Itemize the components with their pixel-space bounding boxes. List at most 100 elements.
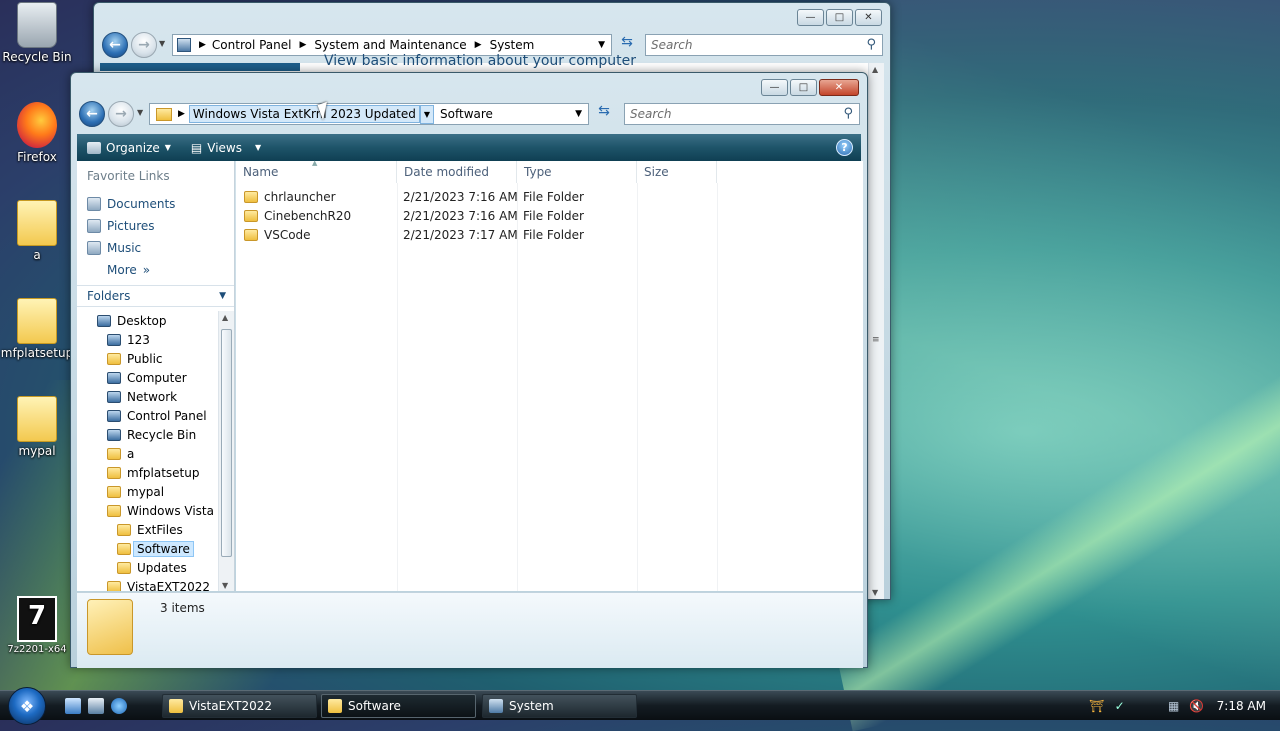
- chevron-down-icon: ▼: [219, 291, 226, 301]
- switch-windows-icon[interactable]: [88, 698, 104, 714]
- column-header-type[interactable]: Type: [517, 161, 637, 183]
- back-button[interactable]: ←: [79, 101, 105, 127]
- column-divider: [397, 183, 398, 591]
- file-row[interactable]: VSCode 2/21/2023 7:17 AM File Folder: [236, 225, 863, 244]
- scroll-up-icon[interactable]: ▲: [222, 313, 228, 322]
- chevron-down-icon: ▼: [164, 143, 171, 152]
- breadcrumb-system[interactable]: System: [490, 38, 535, 52]
- tree-scrollbar[interactable]: ▲ ▼: [218, 311, 234, 591]
- file-row[interactable]: CinebenchR20 2/21/2023 7:16 AM File Folder: [236, 206, 863, 225]
- tree-item[interactable]: 123: [77, 330, 219, 349]
- favorite-link-documents[interactable]: Documents: [77, 193, 234, 215]
- tree-item[interactable]: VistaEXT2022: [77, 577, 219, 591]
- maximize-button[interactable]: □: [826, 9, 853, 26]
- file-row[interactable]: chrlauncher 2/21/2023 7:16 AM File Folder: [236, 187, 863, 206]
- more-links-button[interactable]: More »: [77, 259, 234, 281]
- tree-item[interactable]: Recycle Bin: [77, 425, 219, 444]
- firefox-icon: [17, 102, 57, 148]
- update-icon[interactable]: ✓: [1113, 699, 1127, 713]
- desktop-icon-mfplatsetup[interactable]: mfplatsetup: [0, 298, 74, 360]
- tree-item[interactable]: Desktop: [77, 311, 219, 330]
- close-button[interactable]: ✕: [855, 9, 882, 26]
- desktop-icon-firefox[interactable]: Firefox: [0, 102, 74, 164]
- address-bar[interactable]: ▶ Windows Vista ExtKrnl 2023 Updated ▼ S…: [149, 103, 589, 125]
- recent-pages-arrow-icon[interactable]: ▼: [137, 108, 143, 117]
- desktop-icon-7zip[interactable]: 7 7z2201-x64: [0, 596, 74, 655]
- start-button[interactable]: ❖: [8, 687, 46, 725]
- scroll-up-icon[interactable]: ▲: [872, 65, 878, 74]
- forward-button[interactable]: →: [108, 101, 134, 127]
- folder-icon: [107, 580, 121, 591]
- minimize-button[interactable]: —: [797, 9, 824, 26]
- breadcrumb-parent-folder[interactable]: Windows Vista ExtKrnl 2023 Updated: [188, 105, 420, 123]
- folder-icon: [244, 209, 258, 222]
- breadcrumb-separator-icon: ▶: [199, 40, 206, 50]
- tree-item[interactable]: Windows Vista E...: [77, 501, 219, 520]
- tree-item[interactable]: Software: [77, 539, 219, 558]
- tree-item[interactable]: a: [77, 444, 219, 463]
- details-pane: 3 items: [77, 592, 863, 668]
- organize-button[interactable]: Organize ▼: [77, 141, 181, 155]
- tree-item[interactable]: mfplatsetup: [77, 463, 219, 482]
- security-shield-icon[interactable]: ⛩: [1089, 699, 1104, 713]
- tree-item[interactable]: Network: [77, 387, 219, 406]
- folder-icon: [328, 699, 342, 713]
- taskbar-button[interactable]: Software: [321, 694, 476, 718]
- scrollbar[interactable]: ▲ ≡ ▼: [868, 63, 884, 599]
- desktop-icon-mypal[interactable]: mypal: [0, 396, 74, 458]
- minimize-button[interactable]: —: [761, 79, 788, 96]
- breadcrumb-control-panel[interactable]: Control Panel: [212, 38, 292, 52]
- clock[interactable]: 7:18 AM: [1217, 699, 1266, 713]
- close-button[interactable]: ✕: [819, 79, 859, 96]
- back-button[interactable]: ←: [102, 32, 128, 58]
- desktop-icon-label: 7z2201-x64: [7, 644, 67, 655]
- desktop-icon-recycle-bin[interactable]: Recycle Bin: [0, 2, 74, 64]
- breadcrumb-current-folder[interactable]: Software: [440, 107, 493, 121]
- favorite-link-pictures[interactable]: Pictures: [77, 215, 234, 237]
- folders-header[interactable]: Folders ▼: [77, 285, 234, 307]
- internet-explorer-icon[interactable]: [111, 698, 127, 714]
- scroll-thumb[interactable]: [221, 329, 232, 557]
- scroll-down-icon[interactable]: ▼: [872, 588, 878, 597]
- taskbar-button[interactable]: VistaEXT2022: [162, 694, 317, 718]
- folder-icon: [107, 447, 121, 460]
- scroll-down-icon[interactable]: ▼: [222, 581, 228, 590]
- column-header-date-modified[interactable]: Date modified: [397, 161, 517, 183]
- show-desktop-icon[interactable]: [65, 698, 81, 714]
- tree-item[interactable]: Updates: [77, 558, 219, 577]
- taskbar-button[interactable]: System: [482, 694, 637, 718]
- network-icon[interactable]: ▦: [1167, 699, 1181, 713]
- recent-pages-arrow-icon[interactable]: ▼: [159, 39, 165, 48]
- tree-item[interactable]: Public: [77, 349, 219, 368]
- desktop-icon-a[interactable]: a: [0, 200, 74, 262]
- favorite-link-music[interactable]: Music: [77, 237, 234, 259]
- address-dropdown-icon[interactable]: ▼: [598, 40, 605, 50]
- tree-item[interactable]: mypal: [77, 482, 219, 501]
- system-heading: View basic information about your comput…: [324, 53, 637, 69]
- search-input[interactable]: Search ⚲: [645, 34, 883, 56]
- search-input[interactable]: Search ⚲: [624, 103, 860, 125]
- address-dropdown-icon[interactable]: ▼: [575, 109, 582, 119]
- views-button[interactable]: ▤ Views ▼: [181, 141, 271, 155]
- breadcrumb-dropdown-icon[interactable]: ▼: [419, 104, 435, 124]
- forward-button[interactable]: →: [131, 32, 157, 58]
- refresh-icon[interactable]: ⇆: [593, 103, 615, 125]
- column-header-size[interactable]: Size: [637, 161, 717, 183]
- column-header-name[interactable]: Name ▲: [236, 159, 397, 183]
- tree-item-label: Desktop: [117, 313, 167, 328]
- sort-ascending-icon: ▲: [312, 159, 318, 167]
- maximize-button[interactable]: □: [790, 79, 817, 96]
- folder-icon: [107, 504, 121, 517]
- desktop-icon: [97, 314, 111, 327]
- help-icon[interactable]: ?: [836, 139, 853, 156]
- volume-muted-icon[interactable]: 🔇: [1189, 699, 1204, 713]
- user-icon: [107, 333, 121, 346]
- item-count: 3 items: [160, 601, 205, 615]
- system-sidebar-header: [100, 63, 300, 71]
- favorite-link-label: Pictures: [107, 219, 155, 233]
- tree-item[interactable]: ExtFiles: [77, 520, 219, 539]
- tree-item[interactable]: Control Panel: [77, 406, 219, 425]
- tree-item[interactable]: Computer: [77, 368, 219, 387]
- explorer-window[interactable]: — □ ✕ ← → ▼ ▶ Windows Vista ExtKrnl 2023…: [70, 72, 868, 668]
- breadcrumb-system-maintenance[interactable]: System and Maintenance: [314, 38, 466, 52]
